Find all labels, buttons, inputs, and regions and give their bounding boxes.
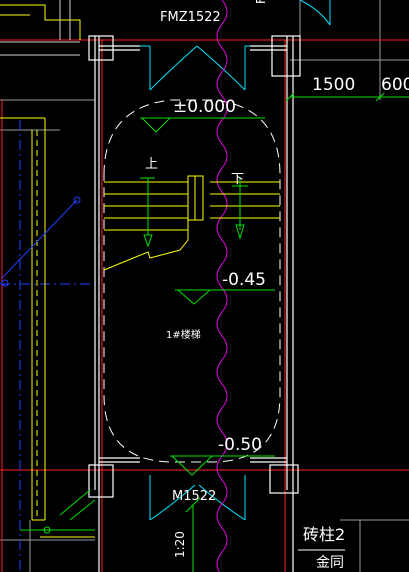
bottom-partial-label: 金同 <box>316 555 344 571</box>
stair-up-label: 上 <box>145 157 159 172</box>
door-label-top: FMZ1522 <box>160 10 221 25</box>
dimension-label-600: 600 <box>381 75 409 95</box>
stair-down-label: 下 <box>231 172 245 187</box>
room-name-label: 1#楼梯 <box>166 330 201 341</box>
door-label-top-partial: FI <box>254 0 268 4</box>
dimension-label-vertical: 1:20 <box>173 531 187 558</box>
elevation-label-mid: -0.45 <box>222 270 266 290</box>
column-label: 砖柱2 <box>303 525 346 544</box>
door-label-bottom: M1522 <box>172 489 217 504</box>
elevation-label-low: -0.50 <box>218 435 262 455</box>
dimension-label-1500: 1500 <box>312 75 356 95</box>
elevation-label-top: ±0.000 <box>173 97 236 117</box>
